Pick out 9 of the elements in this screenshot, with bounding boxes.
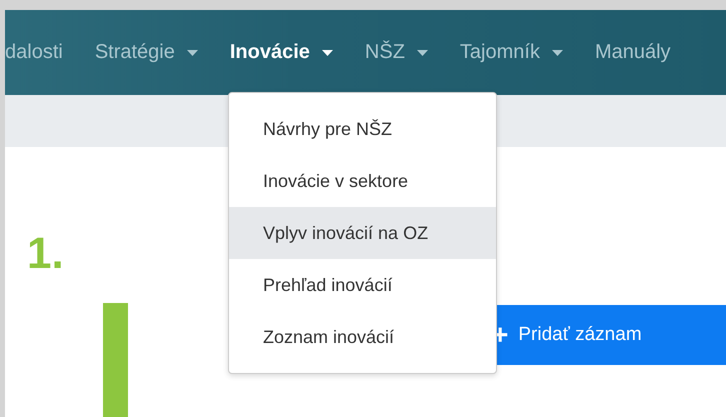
- nav-item[interactable]: NŠZ: [348, 41, 444, 64]
- nav-item[interactable]: Tajomník: [444, 41, 579, 64]
- menu-item[interactable]: Inovácie v sektore: [229, 155, 496, 207]
- nav-item[interactable]: Manuály: [578, 41, 687, 64]
- menu-item[interactable]: Vplyv inovácií na OZ: [229, 207, 496, 259]
- nav-item[interactable]: Stratégie: [78, 41, 214, 64]
- nav-item[interactable]: Inovácie: [214, 41, 349, 64]
- menu-item[interactable]: Návrhy pre NŠZ: [229, 103, 496, 155]
- annotation-number: 1.: [27, 229, 64, 279]
